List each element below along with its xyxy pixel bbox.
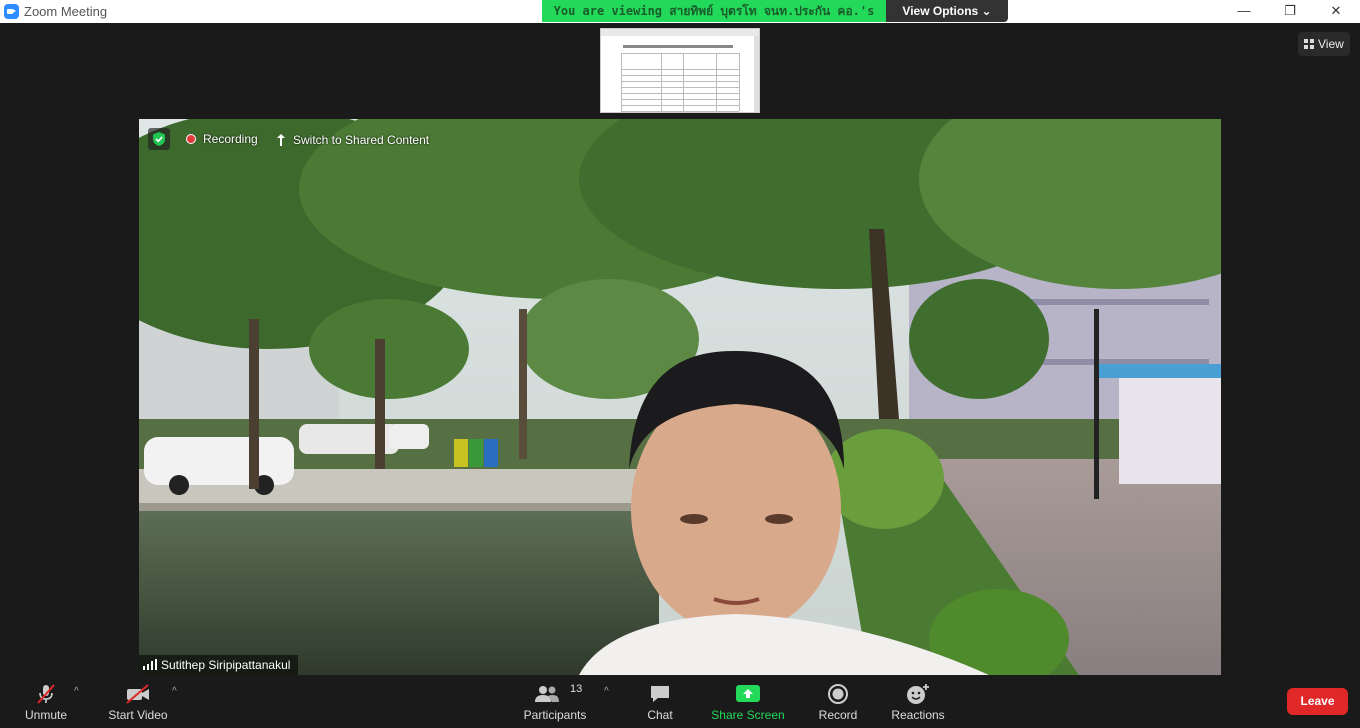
zoom-app-icon xyxy=(4,4,19,19)
leave-button[interactable]: Leave xyxy=(1287,688,1348,715)
view-options-button[interactable]: View Options ⌄ xyxy=(886,0,1008,22)
start-video-label: Start Video xyxy=(108,708,168,722)
view-button-label: View xyxy=(1318,37,1344,51)
reactions-icon xyxy=(905,682,931,709)
mic-muted-icon xyxy=(34,682,58,709)
close-button[interactable]: ✕ xyxy=(1313,0,1359,23)
record-label: Record xyxy=(818,708,858,722)
audio-options-caret[interactable]: ^ xyxy=(74,686,79,697)
switch-icon xyxy=(276,133,286,146)
participant-name-tag: Sutithep Siripipattanakul xyxy=(139,655,299,675)
grid-icon xyxy=(1304,39,1314,49)
chat-icon xyxy=(648,682,672,709)
chat-button[interactable]: Chat xyxy=(636,676,684,728)
viewing-banner: You are viewing สายทิพย์ บุตรโท จนท.ประก… xyxy=(542,0,886,40)
video-muted-icon xyxy=(124,682,152,709)
record-icon xyxy=(826,682,850,709)
share-screen-icon xyxy=(735,682,761,709)
reactions-button[interactable]: Reactions xyxy=(886,676,950,728)
signal-icon xyxy=(143,659,157,670)
start-video-button[interactable]: Start Video xyxy=(104,676,172,728)
unmute-label: Unmute xyxy=(24,708,68,722)
minimize-button[interactable]: — xyxy=(1221,0,1267,23)
participants-icon xyxy=(533,682,561,709)
shared-screen-thumbnail[interactable] xyxy=(600,28,760,113)
reactions-label: Reactions xyxy=(891,708,945,722)
chat-label: Chat xyxy=(647,708,673,722)
participants-count: 13 xyxy=(570,683,583,695)
recording-indicator[interactable]: Recording xyxy=(203,132,258,146)
participants-options-caret[interactable]: ^ xyxy=(604,686,609,697)
participants-label: Participants xyxy=(523,708,587,722)
record-button[interactable]: Record xyxy=(812,676,864,728)
window-title: Zoom Meeting xyxy=(24,4,108,19)
unmute-button[interactable]: Unmute xyxy=(14,676,78,728)
share-screen-label: Share Screen xyxy=(711,708,785,722)
view-button[interactable]: View xyxy=(1298,32,1350,56)
shield-icon[interactable] xyxy=(148,128,170,150)
record-dot-icon xyxy=(186,134,196,144)
restore-button[interactable]: ❐ xyxy=(1267,0,1313,23)
switch-to-shared-content[interactable]: Switch to Shared Content xyxy=(293,133,429,147)
participant-video xyxy=(139,119,1221,675)
video-options-caret[interactable]: ^ xyxy=(172,686,177,697)
share-screen-button[interactable]: Share Screen xyxy=(708,676,788,728)
